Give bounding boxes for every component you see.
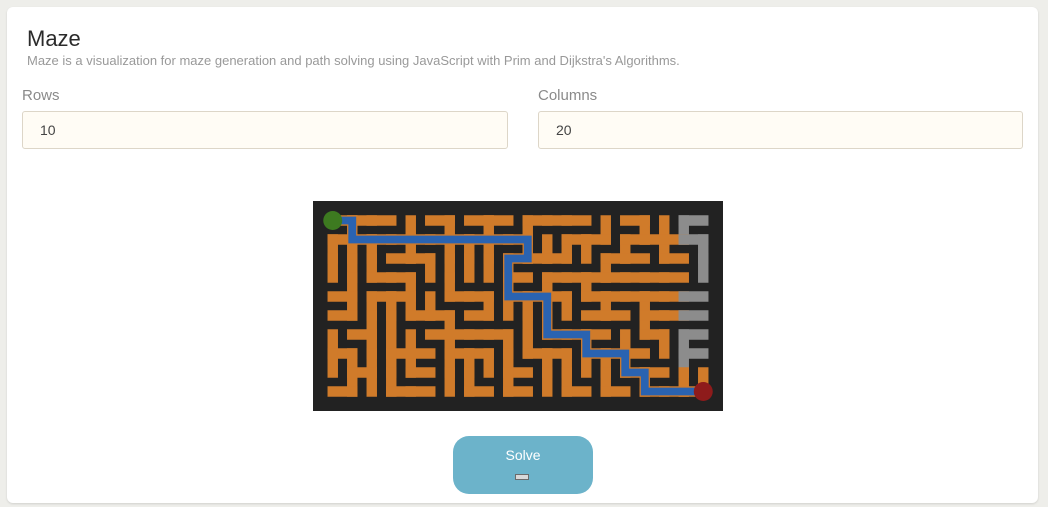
page-subtitle: Maze is a visualization for maze generat… (27, 53, 680, 68)
columns-label: Columns (538, 87, 598, 104)
end-marker (693, 382, 713, 401)
flag-icon (515, 474, 529, 480)
solve-button[interactable]: Solve (453, 436, 593, 494)
maze-card: Maze Maze is a visualization for maze ge… (7, 7, 1038, 503)
start-marker (323, 211, 343, 230)
rows-input[interactable] (22, 111, 508, 149)
solve-label: Solve (505, 447, 541, 463)
columns-input[interactable] (538, 111, 1023, 149)
maze-canvas (313, 201, 723, 411)
rows-label: Rows (22, 87, 60, 104)
page-title: Maze (27, 26, 81, 51)
